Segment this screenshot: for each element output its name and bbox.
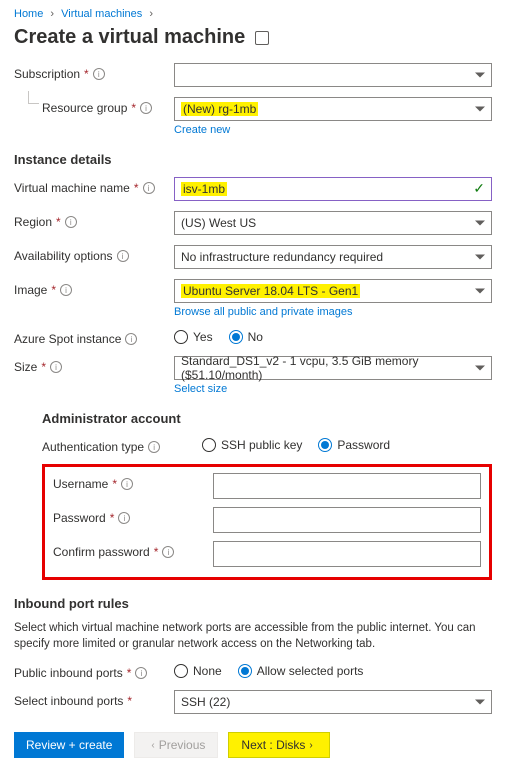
chevron-down-icon [475,255,485,260]
radio-icon [202,438,216,452]
breadcrumb: Home › Virtual machines › [14,8,492,20]
required-icon: * [127,666,132,680]
label-password: Password [53,511,106,525]
required-icon: * [112,477,117,491]
label-auth-type: Authentication type [42,440,144,454]
required-icon: * [134,181,139,195]
label-availability: Availability options [14,249,113,263]
chevron-down-icon [475,366,485,371]
region-select[interactable]: (US) West US [174,211,492,235]
create-new-link[interactable]: Create new [174,124,230,136]
chevron-left-icon: ‹ [151,740,154,751]
section-inbound-ports: Inbound port rules [14,596,492,611]
label-image: Image [14,283,47,297]
password-input[interactable] [213,507,481,533]
required-icon: * [51,283,56,297]
breadcrumb-home[interactable]: Home [14,8,43,20]
label-resource-group: Resource group [42,101,127,115]
info-icon[interactable]: i [65,216,77,228]
info-icon[interactable]: i [135,667,147,679]
next-disks-button[interactable]: Next : Disks › [228,732,329,758]
info-icon[interactable]: i [125,333,137,345]
chevron-down-icon [475,289,485,294]
radio-icon [238,664,252,678]
label-spot: Azure Spot instance [14,332,121,346]
label-select-inbound: Select inbound ports [14,694,123,708]
label-public-inbound: Public inbound ports [14,666,123,680]
chevron-down-icon [475,107,485,112]
chevron-right-icon: › [149,8,153,20]
label-size: Size [14,360,37,374]
subscription-select[interactable] [174,63,492,87]
confirm-password-input[interactable] [213,541,481,567]
credentials-highlight-box: Username * i Password * i Confirm passwo… [42,464,492,580]
required-icon: * [41,360,46,374]
chevron-down-icon [475,73,485,78]
chevron-right-icon: › [309,740,312,751]
spot-yes-radio[interactable]: Yes [174,330,213,344]
info-icon[interactable]: i [121,478,133,490]
page-title: Create a virtual machine [14,26,492,49]
inbound-none-radio[interactable]: None [174,664,222,678]
label-confirm-password: Confirm password [53,545,150,559]
label-vm-name: Virtual machine name [14,181,130,195]
chevron-down-icon [475,221,485,226]
required-icon: * [131,101,136,115]
spot-no-radio[interactable]: No [229,330,263,344]
review-create-button[interactable]: Review + create [14,732,124,758]
required-icon: * [154,545,159,559]
info-icon[interactable]: i [50,361,62,373]
browse-images-link[interactable]: Browse all public and private images [174,306,353,318]
required-icon: * [84,67,89,81]
auth-ssh-radio[interactable]: SSH public key [202,438,302,452]
info-icon[interactable]: i [117,250,129,262]
select-size-link[interactable]: Select size [174,383,227,395]
required-icon: * [110,511,115,525]
vm-name-input[interactable]: isv-1mb ✓ [174,177,492,201]
availability-select[interactable]: No infrastructure redundancy required [174,245,492,269]
section-instance-details: Instance details [14,152,492,167]
radio-icon [174,330,188,344]
checkmark-icon: ✓ [473,180,485,197]
breadcrumb-vms[interactable]: Virtual machines [61,8,142,20]
previous-button[interactable]: ‹ Previous [134,732,218,758]
required-icon: * [56,215,61,229]
required-icon: * [127,694,132,708]
info-icon[interactable]: i [143,182,155,194]
username-input[interactable] [213,473,481,499]
pin-icon[interactable] [255,31,269,45]
auth-password-radio[interactable]: Password [318,438,390,452]
info-icon[interactable]: i [118,512,130,524]
radio-icon [318,438,332,452]
label-subscription: Subscription [14,67,80,81]
chevron-right-icon: › [50,8,54,20]
section-admin-account: Administrator account [42,411,492,426]
inbound-allow-radio[interactable]: Allow selected ports [238,664,364,678]
chevron-down-icon [475,700,485,705]
image-select[interactable]: Ubuntu Server 18.04 LTS - Gen1 [174,279,492,303]
info-icon[interactable]: i [60,284,72,296]
inbound-ports-select[interactable]: SSH (22) [174,690,492,714]
radio-icon [174,664,188,678]
info-icon[interactable]: i [148,441,160,453]
label-region: Region [14,215,52,229]
radio-icon [229,330,243,344]
size-select[interactable]: Standard_DS1_v2 - 1 vcpu, 3.5 GiB memory… [174,356,492,380]
resource-group-select[interactable]: (New) rg-1mb [174,97,492,121]
info-icon[interactable]: i [162,546,174,558]
info-icon[interactable]: i [140,102,152,114]
label-username: Username [53,477,108,491]
info-icon[interactable]: i [93,68,105,80]
inbound-description: Select which virtual machine network por… [14,621,492,652]
